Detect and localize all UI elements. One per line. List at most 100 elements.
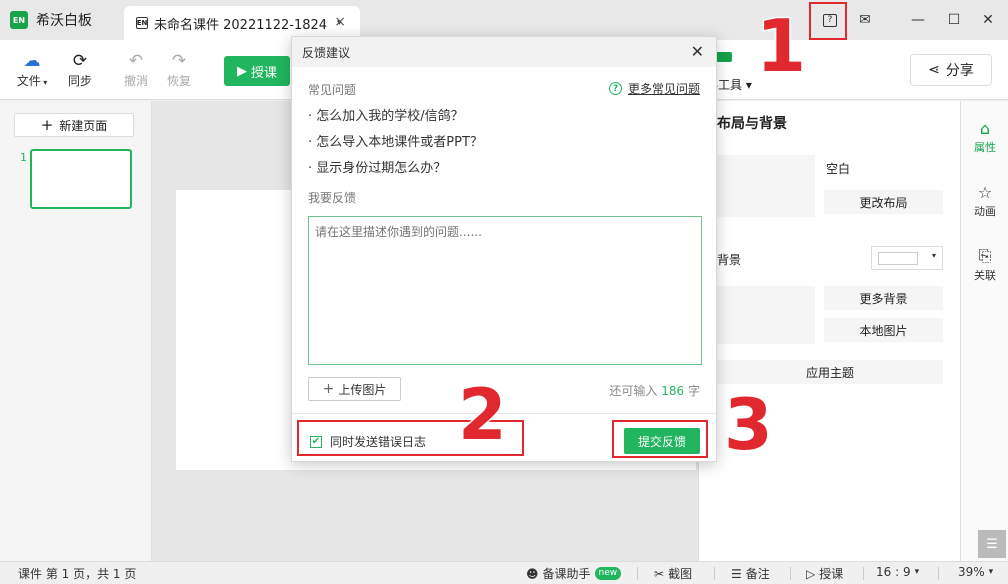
tab-close-icon[interactable]: × (334, 14, 346, 30)
minimize-button[interactable]: — (904, 6, 932, 34)
floating-feedback-icon[interactable]: ☰ (978, 530, 1006, 558)
slide-list-pane: + 新建页面 1 (0, 101, 152, 561)
tab-animation-label: 动画 (974, 205, 996, 218)
zoom-label: 39% (958, 565, 985, 579)
change-layout-button[interactable]: 更改布局 (824, 190, 943, 214)
lesson-assistant-button[interactable]: ☻ 备课助手 new (526, 565, 622, 582)
divider (637, 567, 638, 580)
divider (714, 567, 715, 580)
share-icon: ⋖ (928, 62, 940, 78)
layout-background-title: 布局与背景 (717, 116, 787, 132)
play-outline-icon: ▷ (806, 566, 816, 581)
window-close-button[interactable]: ✕ (974, 6, 1002, 34)
sync-button[interactable]: ⟳ 同步 (58, 50, 102, 89)
new-badge: new (594, 567, 622, 580)
chevron-down-icon: ▾ (988, 567, 994, 577)
upload-image-button[interactable]: + 上传图片 (308, 377, 401, 401)
link-icon: ⎘ (978, 246, 992, 265)
tab-link-label: 关联 (974, 269, 996, 282)
divider (938, 567, 939, 580)
page-info: 课件 第 1 页，共 1 页 (18, 567, 137, 581)
notes-button[interactable]: ☰ 备注 (731, 565, 770, 582)
local-image-button[interactable]: 本地图片 (824, 318, 943, 342)
document-tab[interactable]: EN 未命名课件 20221122-1824 ▾ × (124, 6, 360, 40)
slide-thumbnail[interactable] (30, 149, 132, 209)
document-tab-title: 未命名课件 20221122-1824 (154, 17, 328, 33)
feedback-heading: 我要反馈 (308, 191, 357, 205)
chevron-down-icon: ▾ (931, 251, 936, 260)
aspect-ratio-select[interactable]: 16 : 9 ▾ (876, 565, 919, 579)
new-page-button[interactable]: + 新建页面 (14, 113, 134, 137)
upload-image-label: 上传图片 (338, 382, 387, 397)
background-color-select[interactable]: ▾ (871, 246, 943, 270)
mail-icon: ✉ (859, 12, 871, 28)
dialog-close-icon[interactable]: ✕ (691, 42, 704, 61)
more-backgrounds-button[interactable]: 更多背景 (824, 286, 943, 310)
mail-button[interactable]: ✉ (851, 6, 879, 34)
blank-layout-label: 空白 (826, 162, 851, 176)
status-teach-button[interactable]: ▷ 授课 (806, 565, 843, 582)
side-tabs: ⌂ 属性 ☆ 动画 ⎘ 关联 (960, 101, 1008, 561)
app-name: 希沃白板 (36, 13, 92, 29)
app-logo-icon: EN (10, 11, 28, 29)
background-label: 背景 (717, 253, 742, 267)
annotation-box-3 (612, 420, 708, 458)
tab-properties[interactable]: ⌂ 属性 (961, 117, 1008, 155)
properties-panel: 布局与背景 空白 更改布局 背景 ▾ 更多背景 本地图片 应用主题 (698, 101, 960, 561)
screenshot-button[interactable]: ✂ 截图 (654, 565, 692, 582)
more-faq-label: 更多常见问题 (627, 82, 700, 96)
plus-icon: + (40, 116, 54, 134)
cloud-icon: ☁ (23, 51, 41, 71)
chevron-down-icon: ▾ (914, 567, 920, 577)
faq-item[interactable]: · 怎么加入我的学校/信鸽？ (308, 105, 464, 124)
undo-label: 撤消 (123, 74, 148, 88)
screenshot-label: 截图 (668, 567, 693, 581)
undo-button[interactable]: ↶ 撤消 (114, 50, 158, 89)
feedback-textarea[interactable] (308, 216, 702, 365)
new-page-label: 新建页面 (59, 118, 108, 133)
app-tab[interactable]: EN 希沃白板 (10, 8, 92, 32)
notes-label: 备注 (745, 567, 770, 581)
assistant-icon: ☻ (526, 566, 539, 581)
teach-label: 授课 (250, 65, 277, 81)
annotation-number-1: 1 (754, 4, 807, 88)
document-icon: EN (136, 17, 148, 29)
maximize-button[interactable]: ☐ (940, 6, 968, 34)
maximize-icon: ☐ (947, 12, 961, 28)
title-bar: EN 希沃白板 EN 未命名课件 20221122-1824 ▾ × ? ✉ —… (0, 0, 1008, 40)
notes-icon: ☰ (731, 566, 742, 581)
status-bar: 课件 第 1 页，共 1 页 ☻ 备课助手 new ✂ 截图 ☰ 备注 ▷ 授课… (0, 561, 1008, 584)
tab-link[interactable]: ⎘ 关联 (961, 245, 1008, 283)
share-button[interactable]: ⋖ 分享 (910, 54, 992, 86)
tab-properties-label: 属性 (974, 141, 996, 154)
tab-animation[interactable]: ☆ 动画 (961, 181, 1008, 219)
assistant-label: 备课助手 (542, 567, 591, 581)
window-close-icon: ✕ (982, 12, 994, 28)
file-label: 文件 (16, 74, 41, 88)
sync-label: 同步 (67, 74, 92, 88)
play-icon: ▶ (236, 63, 247, 79)
remaining-prefix: 还可输入 (609, 384, 658, 398)
scissors-icon: ✂ (654, 566, 665, 581)
status-teach-label: 授课 (819, 567, 844, 581)
divider (863, 567, 864, 580)
more-faq-link[interactable]: ? 更多常见问题 (608, 80, 700, 97)
file-menu-button[interactable]: ☁ 文件 ▾ (10, 50, 54, 89)
redo-label: 恢复 (166, 74, 191, 88)
annotation-box-1 (809, 2, 847, 40)
faq-item[interactable]: · 怎么导入本地课件或者PPT？ (308, 131, 483, 150)
teach-button[interactable]: ▶ 授课 (224, 56, 290, 86)
remaining-suffix: 字 (687, 384, 700, 398)
faq-heading: 常见问题 (308, 83, 357, 97)
apply-theme-button[interactable]: 应用主题 (717, 360, 943, 384)
redo-button[interactable]: ↷ 恢复 (157, 50, 201, 89)
slide-number: 1 (20, 151, 27, 164)
sync-icon: ⟳ (72, 51, 88, 71)
zoom-select[interactable]: 39% ▾ (958, 565, 993, 579)
divider (790, 567, 791, 580)
subject-tools-icon (716, 52, 732, 62)
color-swatch (878, 252, 918, 265)
minimize-icon: — (911, 12, 925, 28)
faq-item[interactable]: · 显示身份过期怎么办？ (308, 157, 446, 176)
redo-icon: ↷ (171, 51, 187, 71)
